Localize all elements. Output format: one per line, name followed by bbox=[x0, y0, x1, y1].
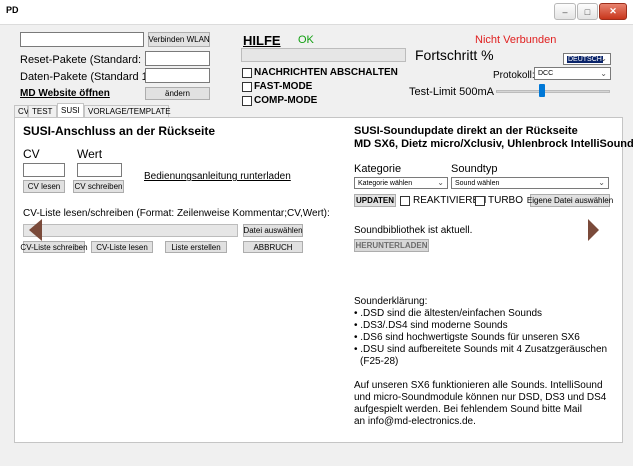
chevron-down-icon: ⌄ bbox=[600, 54, 607, 64]
info-line: • .DSU sind aufbereitete Sounds mit 4 Zu… bbox=[354, 344, 608, 355]
sound-update-title: SUSI-Soundupdate direkt an der Rückseite bbox=[354, 125, 578, 137]
protocol-select[interactable]: DCC ⌄ bbox=[534, 67, 611, 80]
minimize-icon: – bbox=[562, 6, 568, 17]
maximize-button[interactable]: □ bbox=[577, 3, 598, 20]
sound-type-label: Soundtyp bbox=[451, 163, 498, 175]
info-line bbox=[354, 368, 607, 380]
library-status: Soundbibliothek ist aktuell. bbox=[354, 225, 473, 236]
sound-update-subtitle: MD SX6, Dietz micro/Xclusiv, Uhlenbrock … bbox=[354, 138, 633, 150]
info-line: • .DS6 sind hochwertigste Sounds für uns… bbox=[354, 332, 580, 343]
wlan-input[interactable] bbox=[20, 32, 144, 47]
cv-write-button[interactable]: CV schreiben bbox=[73, 180, 124, 193]
sound-select-value: Sound wählen bbox=[455, 179, 500, 187]
messages-off-label: NACHRICHTEN ABSCHALTEN bbox=[254, 67, 398, 78]
test-limit-label: Test-Limit 500mA bbox=[409, 86, 494, 98]
window-title: PD bbox=[6, 5, 19, 15]
change-button[interactable]: ändern bbox=[145, 87, 210, 100]
cv-list-progress bbox=[23, 224, 238, 237]
info-line: an info@md-electronics.de. bbox=[354, 416, 476, 427]
susi-panel: SUSI-Anschluss an der Rückseite CV Wert … bbox=[14, 117, 633, 443]
reset-packets-label: Reset-Pakete (Standard: 12) bbox=[20, 54, 161, 66]
minimize-button[interactable]: – bbox=[554, 3, 576, 20]
ok-status: OK bbox=[298, 34, 314, 46]
info-line: • .DS3/.DS4 sind moderne Sounds bbox=[354, 320, 508, 331]
arrow-right-icon[interactable] bbox=[588, 219, 599, 241]
close-button[interactable]: ✕ bbox=[599, 3, 627, 20]
cv-read-button[interactable]: CV lesen bbox=[23, 180, 65, 193]
susi-connection-title: SUSI-Anschluss an der Rückseite bbox=[23, 124, 216, 138]
info-line: Auf unseren SX6 funktionieren alle Sound… bbox=[354, 380, 603, 391]
website-link[interactable]: MD Website öffnen bbox=[20, 88, 110, 99]
tab-test[interactable]: TEST bbox=[28, 105, 57, 117]
progress-label: Fortschritt % bbox=[415, 47, 494, 63]
update-button[interactable]: UPDATEN bbox=[354, 194, 396, 207]
cv-input[interactable] bbox=[23, 163, 65, 177]
title-bar: PD – □ ✕ bbox=[0, 0, 633, 25]
language-select[interactable]: DEUTSCH ⌄ bbox=[563, 53, 611, 65]
chevron-down-icon: ⌄ bbox=[437, 178, 444, 188]
data-packets-input[interactable] bbox=[145, 68, 210, 83]
connection-status: Nicht Verbunden bbox=[475, 34, 557, 46]
arrow-left-icon[interactable] bbox=[29, 219, 43, 241]
cv-list-read-button[interactable]: CV-Liste lesen bbox=[91, 241, 153, 253]
cv-list-title: CV-Liste lesen/schreiben (Format: Zeilen… bbox=[23, 208, 330, 219]
comp-mode-checkbox[interactable] bbox=[242, 96, 252, 106]
info-line: aufgespielt werden. Bei fehlendem Sound … bbox=[354, 404, 582, 415]
info-line: und micro-Soundmodule können nur DSD, DS… bbox=[354, 392, 607, 403]
fast-mode-label: FAST-MODE bbox=[254, 81, 313, 92]
own-file-button[interactable]: Eigene Datei auswählen bbox=[527, 194, 613, 207]
wert-label: Wert bbox=[77, 147, 103, 161]
progress-bar bbox=[241, 48, 406, 62]
cv-label: CV bbox=[23, 147, 40, 161]
create-list-button[interactable]: Liste erstellen bbox=[165, 241, 227, 253]
reactivate-checkbox[interactable] bbox=[400, 196, 410, 206]
category-label: Kategorie bbox=[354, 163, 402, 175]
category-select[interactable]: Kategorie wählen ⌄ bbox=[354, 177, 448, 189]
turbo-checkbox[interactable] bbox=[475, 196, 485, 206]
test-limit-slider[interactable] bbox=[496, 90, 610, 93]
fast-mode-checkbox[interactable] bbox=[242, 82, 252, 92]
protocol-label: Protokoll: bbox=[493, 70, 535, 81]
value-input[interactable] bbox=[77, 163, 122, 177]
info-line: (F25-28) bbox=[360, 356, 399, 367]
help-link[interactable]: HILFE bbox=[243, 33, 281, 48]
test-limit-slider-thumb[interactable] bbox=[539, 84, 546, 97]
messages-off-checkbox[interactable] bbox=[242, 68, 252, 78]
data-packets-label: Daten-Pakete (Standard 15) bbox=[20, 71, 158, 83]
protocol-select-value: DCC bbox=[538, 70, 554, 77]
sound-info-text: Sounderklärung: • .DSD sind die ältesten… bbox=[354, 296, 607, 428]
comp-mode-label: COMP-MODE bbox=[254, 95, 318, 106]
tab-vorlage-template[interactable]: VORLAGE/TEMPLATE bbox=[84, 105, 171, 117]
turbo-label: TURBO bbox=[488, 195, 523, 206]
maximize-icon: □ bbox=[584, 6, 591, 17]
sound-select[interactable]: Sound wählen ⌄ bbox=[451, 177, 609, 189]
info-line: Sounderklärung: bbox=[354, 296, 428, 307]
download-button[interactable]: HERUNTERLADEN bbox=[354, 239, 429, 252]
category-select-value: Kategorie wählen bbox=[358, 179, 413, 187]
chevron-down-icon: ⌄ bbox=[600, 68, 607, 78]
cv-list-write-button[interactable]: CV-Liste schreiben bbox=[20, 241, 88, 253]
abort-button[interactable]: ABBRUCH bbox=[243, 241, 303, 253]
tab-susi[interactable]: SUSI bbox=[57, 103, 84, 117]
tab-cv[interactable]: CV bbox=[14, 105, 29, 117]
manual-download-link[interactable]: Bedienungsanleitung runterladen bbox=[144, 171, 291, 182]
file-select-button[interactable]: Datei auswählen bbox=[243, 224, 303, 237]
wlan-connect-button[interactable]: Verbinden WLAN bbox=[148, 32, 210, 47]
language-select-value: DEUTSCH bbox=[567, 55, 603, 63]
close-icon: ✕ bbox=[609, 6, 617, 16]
reset-packets-input[interactable] bbox=[145, 51, 210, 66]
info-line: • .DSD sind die ältesten/einfachen Sound… bbox=[354, 308, 543, 319]
chevron-down-icon: ⌄ bbox=[598, 178, 605, 188]
